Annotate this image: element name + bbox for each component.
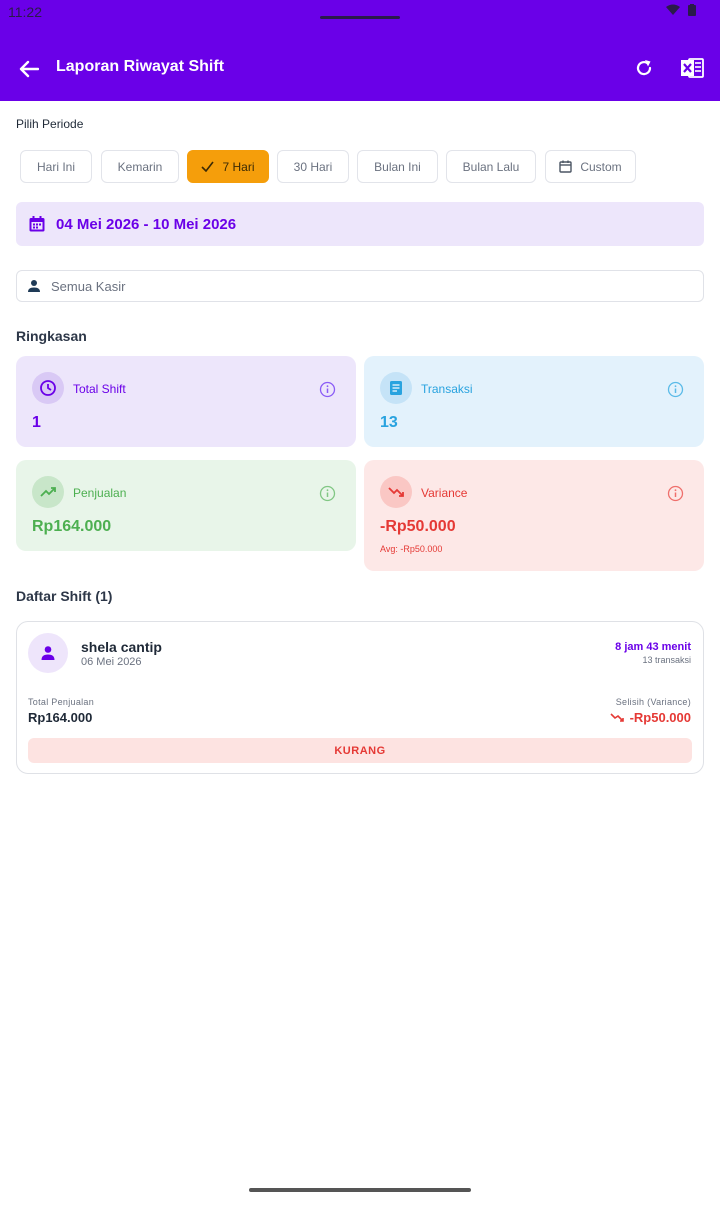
shift-transactions: 13 transaksi bbox=[642, 655, 691, 665]
shift-duration: 8 jam 43 menit bbox=[615, 641, 691, 653]
chip-label: Bulan Ini bbox=[374, 159, 421, 174]
trending-down-icon bbox=[610, 712, 624, 722]
camera-notch bbox=[320, 16, 400, 19]
calendar-icon bbox=[559, 160, 573, 173]
chip-label: 30 Hari bbox=[293, 159, 333, 174]
chip-custom[interactable]: Custom bbox=[545, 150, 636, 183]
kasir-dropdown[interactable]: Semua Kasir bbox=[16, 270, 704, 302]
receipt-icon bbox=[380, 372, 412, 404]
date-range-text: 04 Mei 2026 - 10 Mei 2026 bbox=[56, 215, 237, 233]
refresh-icon bbox=[636, 60, 652, 76]
avatar bbox=[28, 633, 68, 673]
clock-icon bbox=[32, 372, 64, 404]
wifi-icon bbox=[666, 4, 680, 15]
variance-row: -Rp50.000 bbox=[610, 710, 691, 725]
arrow-left-icon bbox=[19, 60, 39, 78]
penjualan-label: Penjualan bbox=[73, 486, 127, 500]
back-button[interactable] bbox=[14, 54, 44, 84]
sales-label: Total Penjualan bbox=[28, 697, 95, 707]
variance-label: Variance bbox=[421, 486, 468, 500]
variance-value: -Rp50.000 bbox=[380, 518, 456, 535]
chip-label: Kemarin bbox=[117, 159, 163, 174]
trending-up-icon bbox=[32, 476, 64, 508]
chip-30-hari[interactable]: 30 Hari bbox=[277, 150, 349, 183]
chip-label: Hari Ini bbox=[36, 159, 75, 174]
chip-bulan-lalu[interactable]: Bulan Lalu bbox=[446, 150, 536, 183]
status-time: 11:22 bbox=[8, 4, 42, 20]
transaksi-card[interactable]: Transaksi 13 bbox=[364, 356, 704, 447]
total-shift-value: 1 bbox=[32, 414, 41, 431]
refresh-button[interactable] bbox=[630, 54, 658, 82]
chip-hari-ini[interactable]: Hari Ini bbox=[20, 150, 92, 183]
total-shift-label: Total Shift bbox=[73, 382, 126, 396]
chip-label: Bulan Lalu bbox=[462, 159, 520, 174]
excel-icon bbox=[681, 58, 704, 78]
info-icon[interactable] bbox=[319, 381, 336, 398]
variance-avg: Avg: -Rp50.000 bbox=[380, 544, 443, 554]
status-icons bbox=[666, 4, 696, 16]
app-bar: 11:22 Laporan Riwayat Shift bbox=[0, 0, 720, 101]
shift-list-title: Daftar Shift (1) bbox=[16, 588, 113, 604]
person-icon bbox=[28, 280, 40, 292]
page-title: Laporan Riwayat Shift bbox=[56, 58, 225, 75]
penjualan-card[interactable]: Penjualan Rp164.000 bbox=[16, 460, 356, 551]
shift-date: 06 Mei 2026 bbox=[81, 656, 142, 668]
export-excel-button[interactable] bbox=[679, 55, 705, 81]
trending-down-icon bbox=[380, 476, 412, 508]
date-range-display[interactable]: 04 Mei 2026 - 10 Mei 2026 bbox=[16, 202, 704, 246]
summary-title: Ringkasan bbox=[16, 328, 87, 344]
shift-card[interactable]: shela cantip 06 Mei 2026 8 jam 43 menit … bbox=[16, 621, 704, 774]
transaksi-label: Transaksi bbox=[421, 382, 473, 396]
sales-value: Rp164.000 bbox=[28, 710, 93, 725]
period-label: Pilih Periode bbox=[16, 117, 84, 131]
chip-label: 7 Hari bbox=[222, 159, 255, 174]
chip-label: Custom bbox=[580, 159, 622, 174]
variance-card[interactable]: Variance -Rp50.000 Avg: -Rp50.000 bbox=[364, 460, 704, 571]
chip-kemarin[interactable]: Kemarin bbox=[101, 150, 179, 183]
status-badge: KURANG bbox=[28, 738, 692, 763]
info-icon[interactable] bbox=[319, 485, 336, 502]
total-shift-card[interactable]: Total Shift 1 bbox=[16, 356, 356, 447]
transaksi-value: 13 bbox=[380, 414, 398, 431]
chip-7-hari[interactable]: 7 Hari bbox=[187, 150, 269, 183]
info-icon[interactable] bbox=[667, 485, 684, 502]
chip-bulan-ini[interactable]: Bulan Ini bbox=[357, 150, 438, 183]
home-indicator bbox=[249, 1188, 471, 1192]
penjualan-value: Rp164.000 bbox=[32, 518, 112, 535]
cashier-name: shela cantip bbox=[81, 639, 162, 655]
check-icon bbox=[201, 161, 215, 172]
info-icon[interactable] bbox=[667, 381, 684, 398]
calendar-icon bbox=[29, 216, 45, 232]
variance-value: -Rp50.000 bbox=[629, 710, 691, 725]
battery-icon bbox=[688, 4, 696, 16]
person-icon bbox=[41, 646, 55, 660]
variance-label: Selisih (Variance) bbox=[615, 697, 691, 707]
kasir-value: Semua Kasir bbox=[51, 278, 126, 294]
